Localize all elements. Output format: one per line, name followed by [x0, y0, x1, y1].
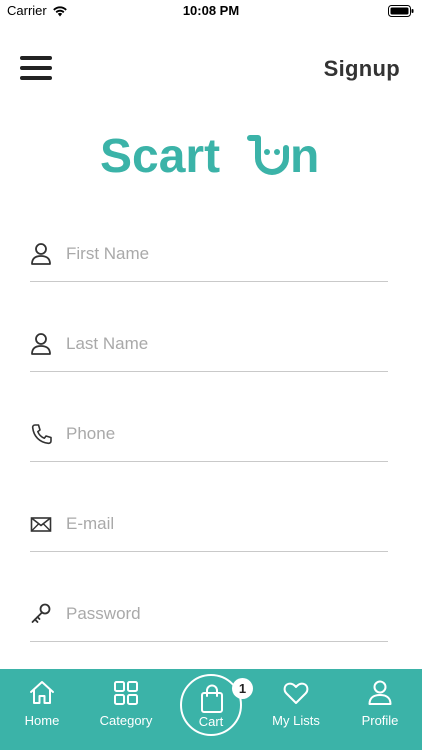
person-icon: [31, 243, 51, 265]
password-field: [30, 594, 388, 642]
header: Signup: [0, 50, 422, 90]
page-title: Signup: [323, 56, 400, 81]
heart-icon: [283, 682, 309, 704]
email-field: [30, 504, 388, 552]
svg-text:n: n: [290, 130, 319, 178]
tab-my-lists[interactable]: My Lists: [254, 669, 338, 750]
phone-icon: [31, 424, 52, 445]
first-name-field: [30, 234, 388, 282]
tab-category-label: Category: [99, 713, 153, 728]
person-icon: [368, 680, 392, 705]
tab-category[interactable]: Category: [84, 669, 168, 750]
key-icon: [31, 603, 51, 623]
status-time: 10:08 PM: [182, 3, 240, 18]
last-name-field: [30, 324, 388, 372]
hamburger-menu-icon[interactable]: [20, 56, 52, 82]
first-name-input[interactable]: [66, 236, 366, 272]
cart-count-badge: 1: [232, 678, 253, 699]
battery-icon: [388, 5, 414, 17]
envelope-icon: [30, 517, 52, 532]
phone-input[interactable]: [66, 416, 366, 452]
tab-profile-label: Profile: [361, 713, 399, 728]
tab-my-lists-label: My Lists: [272, 713, 320, 728]
tab-home-label: Home: [24, 713, 60, 728]
status-bar: Carrier 10:08 PM: [0, 0, 422, 22]
home-icon: [30, 681, 54, 704]
email-input[interactable]: [66, 506, 366, 542]
person-icon: [31, 333, 51, 355]
tab-profile[interactable]: Profile: [338, 669, 422, 750]
phone-field: [30, 414, 388, 462]
tab-home[interactable]: Home: [0, 669, 84, 750]
cart-face-logo-mark: [247, 135, 289, 175]
tab-cart-label: Cart: [198, 714, 224, 729]
scarton-logo: Scart n: [100, 130, 319, 178]
password-input[interactable]: [66, 596, 366, 632]
shopping-bag-icon: [201, 684, 223, 713]
svg-text:Scart: Scart: [100, 130, 220, 178]
grid-icon: [114, 681, 138, 705]
last-name-input[interactable]: [66, 326, 366, 362]
